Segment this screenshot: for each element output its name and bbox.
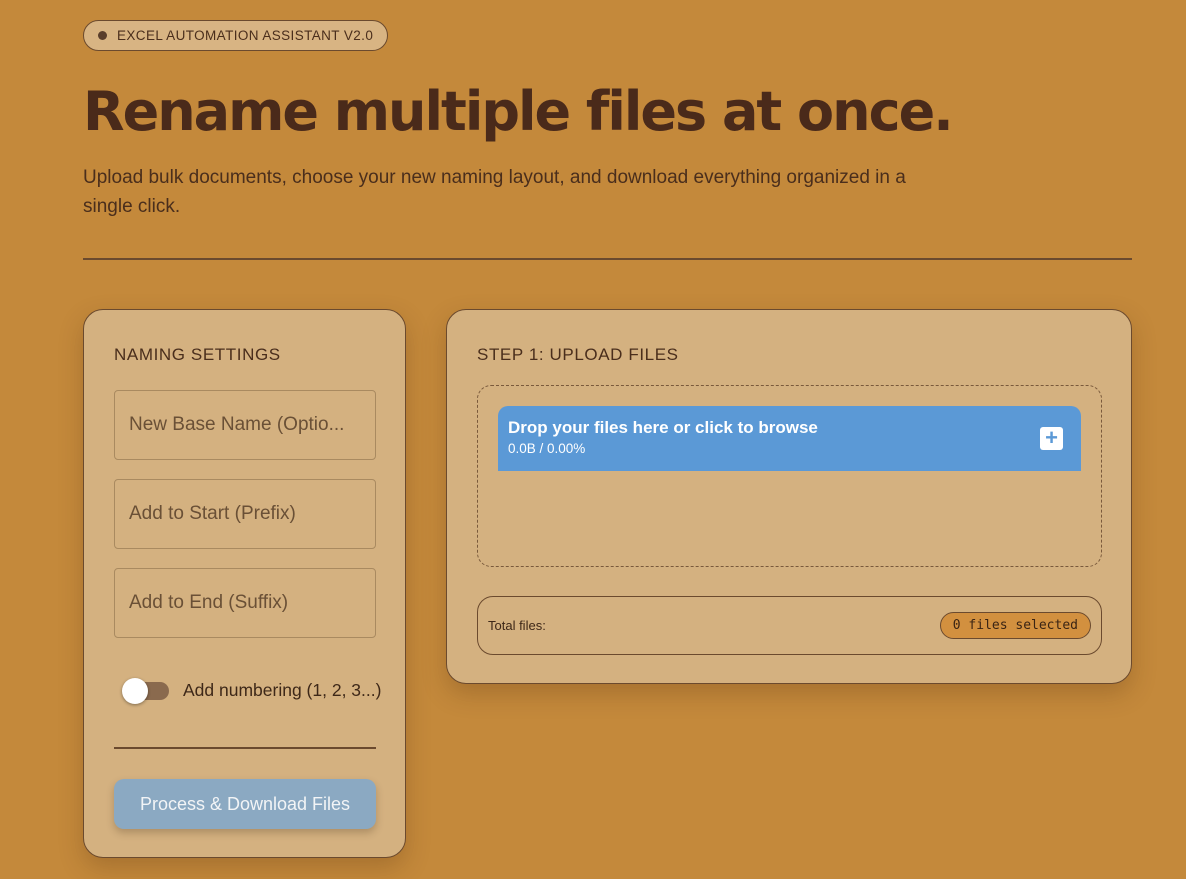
process-download-button[interactable]: Process & Download Files bbox=[114, 779, 376, 829]
files-count-badge: 0 files selected bbox=[939, 612, 1091, 639]
version-badge: EXCEL AUTOMATION ASSISTANT V2.0 bbox=[83, 20, 389, 51]
header-divider bbox=[83, 258, 1132, 260]
file-dropzone[interactable]: Drop your files here or click to browse … bbox=[477, 385, 1102, 567]
upload-heading: STEP 1: UPLOAD FILES bbox=[477, 345, 679, 364]
upload-card: STEP 1: UPLOAD FILES Drop your files her… bbox=[446, 309, 1132, 684]
total-files-label: Total files: bbox=[488, 618, 546, 633]
prefix-input[interactable] bbox=[114, 479, 376, 549]
page-subtitle: Upload bulk documents, choose your new n… bbox=[83, 167, 906, 217]
numbering-toggle[interactable] bbox=[122, 677, 169, 704]
plus-icon[interactable]: + bbox=[1040, 427, 1063, 450]
settings-divider bbox=[114, 747, 376, 749]
numbering-label: Add numbering (1, 2, 3...) bbox=[183, 680, 382, 700]
naming-settings-card: NAMING SETTINGS Add numbering (1, 2, 3..… bbox=[83, 309, 406, 858]
suffix-input[interactable] bbox=[114, 568, 376, 638]
base-name-input[interactable] bbox=[114, 390, 376, 460]
drop-prompt-bar[interactable]: Drop your files here or click to browse … bbox=[498, 406, 1081, 471]
numbering-toggle-row: Add numbering (1, 2, 3...) bbox=[122, 677, 382, 704]
toggle-knob bbox=[122, 677, 148, 704]
upload-progress-text: 0.0B / 0.00% bbox=[508, 441, 586, 456]
badge-label: EXCEL AUTOMATION ASSISTANT V2.0 bbox=[117, 28, 374, 43]
page-title: Rename multiple files at once. bbox=[83, 80, 954, 143]
settings-heading: NAMING SETTINGS bbox=[114, 345, 281, 364]
drop-title: Drop your files here or click to browse bbox=[508, 418, 818, 437]
total-files-box: Total files: 0 files selected bbox=[477, 596, 1102, 655]
status-dot-icon bbox=[98, 31, 107, 40]
